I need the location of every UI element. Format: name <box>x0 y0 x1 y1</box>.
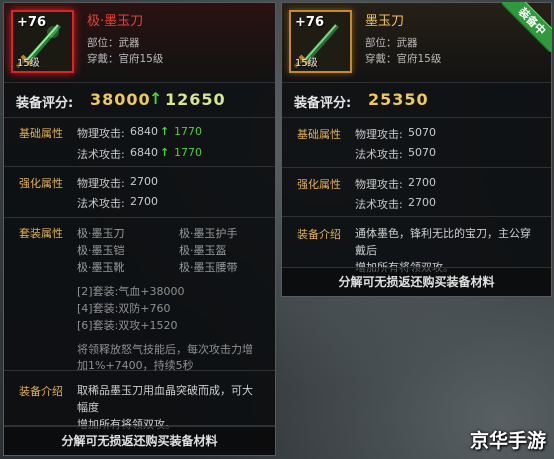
attr-row: 法术攻击: 2700 <box>355 196 436 212</box>
equipped-ribbon: 装备中 <box>502 2 552 52</box>
item-name: 极·墨玉刀 <box>87 14 144 29</box>
section-title: 装备介绍 <box>19 385 63 398</box>
section-title: 套装属性 <box>19 227 63 240</box>
item-slot: 部位：武器 <box>87 37 140 49</box>
score-value: 38000 <box>90 90 151 109</box>
attr-value: 2700 <box>408 196 436 209</box>
arrow-up-icon: ↑ <box>149 89 163 108</box>
attr-value: 5070 <box>408 126 436 139</box>
attr-name: 法术攻击: <box>77 148 125 161</box>
set-item: 极·墨玉刀 <box>77 227 125 240</box>
dismantle-note: 分解可无损返还购买装备材料 <box>282 267 551 296</box>
set-attributes: 套装属性 极·墨玉刀 极·墨玉护手 极·墨玉铠 极·墨玉盔 极·墨玉靴 极·墨玉… <box>4 218 275 372</box>
set-item: 极·墨玉护手 <box>179 227 238 240</box>
attr-row: 物理攻击: 5070 <box>355 126 436 142</box>
item-header: +76 15级 极·墨玉刀 部位：武器 穿戴：官府15级 <box>4 3 275 83</box>
attr-value: 2700 <box>130 195 158 208</box>
section-title: 强化属性 <box>19 177 63 190</box>
attr-value: 2700 <box>408 176 436 189</box>
set-item: 极·墨玉盔 <box>179 244 227 257</box>
attr-name: 物理攻击: <box>355 178 403 191</box>
base-attributes: 基础属性 物理攻击: 5070 法术攻击: 5070 <box>282 118 551 168</box>
score-label: 装备评分: <box>16 96 74 111</box>
attr-name: 物理攻击: <box>77 127 125 140</box>
attr-name: 法术攻击: <box>77 197 125 210</box>
item-introduction: 装备介绍 取稀品墨玉刀用血晶突破而成，可大幅度 增加所有将领双攻。 <box>4 371 275 431</box>
equipped-label: 装备中 <box>502 2 552 52</box>
set-bonus: [4]套装:双防+760 <box>77 302 171 315</box>
attr-diff: 1770 <box>174 125 202 138</box>
section-title: 基础属性 <box>297 128 341 141</box>
attr-name: 物理攻击: <box>77 177 125 190</box>
attr-value: 2700 <box>130 175 158 188</box>
attr-name: 法术攻击: <box>355 148 403 161</box>
site-watermark: 京华手游 <box>469 430 546 452</box>
level-badge: 15级 <box>17 58 40 69</box>
dismantle-note: 分解可无损返还购买装备材料 <box>4 426 275 455</box>
section-title: 装备介绍 <box>297 228 341 241</box>
score-row: 装备评分: 25350 <box>282 83 551 118</box>
attr-name: 法术攻击: <box>355 198 403 211</box>
score-increase: 12650 <box>165 90 226 109</box>
attr-row: 物理攻击: 2700 <box>355 176 436 192</box>
score-row: 装备评分: 38000 ↑ 12650 <box>4 83 275 118</box>
set-bonus: [6]套装:双攻+1520 <box>77 319 178 332</box>
item-requirement: 穿戴：官府15级 <box>87 53 164 65</box>
attr-row: 法术攻击: 6840 ↑ 1770 <box>77 146 202 162</box>
item-icon-frame: +76 15级 <box>289 10 352 73</box>
base-attributes: 基础属性 物理攻击: 6840 ↑ 1770 法术攻击: 6840 ↑ 1770 <box>4 118 275 167</box>
score-label: 装备评分: <box>294 96 352 111</box>
item-tooltip-compared: +76 15级 极·墨玉刀 部位：武器 穿戴：官府15级 装备评分: 38000… <box>3 2 276 456</box>
attr-name: 物理攻击: <box>355 128 403 141</box>
enhance-attributes: 强化属性 物理攻击: 2700 法术攻击: 2700 <box>282 168 551 217</box>
item-icon-frame: +76 15级 <box>11 10 74 73</box>
set-item: 极·墨玉铠 <box>77 244 125 257</box>
attr-value: 5070 <box>408 146 436 159</box>
section-title: 强化属性 <box>297 178 341 191</box>
enhance-attributes: 强化属性 物理攻击: 2700 法术攻击: 2700 <box>4 167 275 218</box>
enhance-level: +76 <box>295 15 324 30</box>
attr-row: 物理攻击: 6840 ↑ 1770 <box>77 125 202 141</box>
item-slot: 部位：武器 <box>365 37 418 49</box>
section-title: 基础属性 <box>19 127 63 140</box>
score-value: 25350 <box>368 90 429 109</box>
set-bonus: [2]套装:气血+38000 <box>77 285 185 298</box>
set-effect: 将领释放怒气技能后，每次攻击力增 <box>77 343 253 356</box>
arrow-up-icon: ↑ <box>160 146 170 159</box>
enhance-level: +76 <box>17 15 46 30</box>
level-badge: 15级 <box>295 58 318 69</box>
arrow-up-icon: ↑ <box>160 125 170 138</box>
set-item: 极·墨玉腰带 <box>179 261 238 274</box>
attr-row: 法术攻击: 2700 <box>77 195 158 211</box>
item-header: +76 15级 墨玉刀 部位：武器 穿戴：官府15级 装备中 <box>282 2 552 83</box>
attr-row: 物理攻击: 2700 <box>77 175 158 191</box>
attr-value: 6840 <box>130 146 158 159</box>
item-introduction: 装备介绍 通体墨色，锋利无比的宝刀，主公穿戴后 增加所有将领双攻。 <box>282 217 551 274</box>
item-tooltip-equipped: +76 15级 墨玉刀 部位：武器 穿戴：官府15级 装备中 装备评分: 253… <box>281 2 552 297</box>
item-requirement: 穿戴：官府15级 <box>365 53 442 65</box>
intro-line: 取稀品墨玉刀用血晶突破而成，可大幅度 <box>77 384 253 414</box>
set-item: 极·墨玉靴 <box>77 261 125 274</box>
item-name: 墨玉刀 <box>365 14 405 29</box>
attr-diff: 1770 <box>174 146 202 159</box>
attr-value: 6840 <box>130 125 158 138</box>
attr-row: 法术攻击: 5070 <box>355 146 436 162</box>
intro-line: 通体墨色，锋利无比的宝刀，主公穿戴后 <box>355 227 531 257</box>
